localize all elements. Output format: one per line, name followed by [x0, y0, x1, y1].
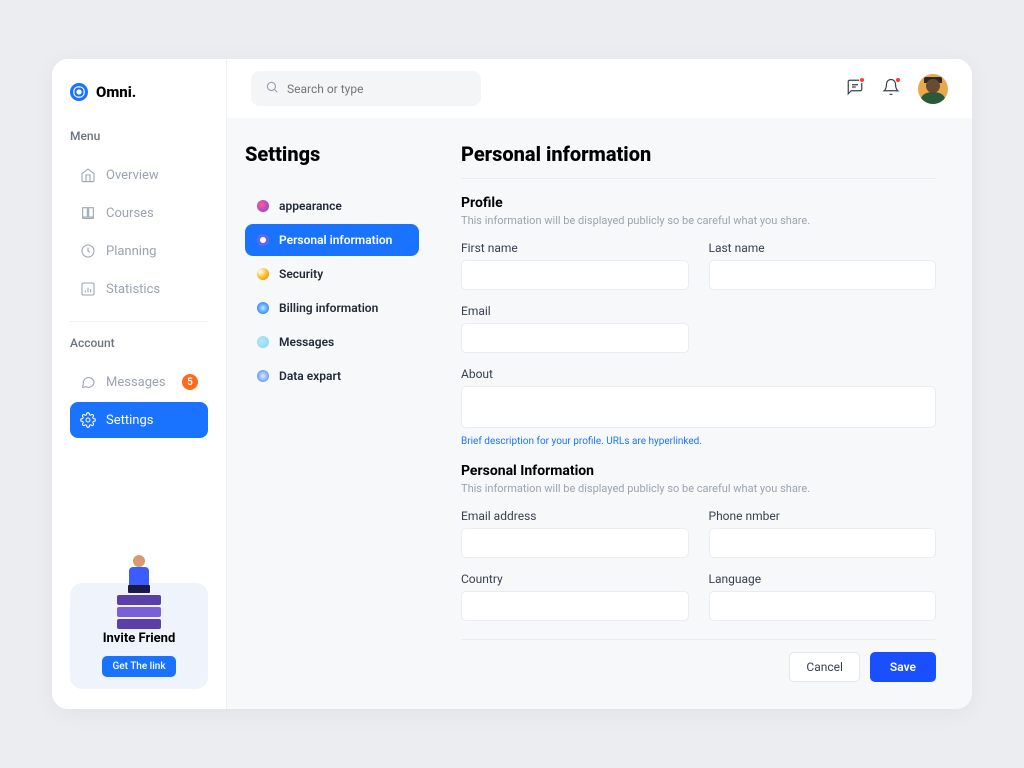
chart-icon	[80, 281, 96, 297]
security-icon	[257, 268, 269, 280]
search-box[interactable]	[251, 71, 481, 106]
email-field[interactable]	[461, 323, 689, 353]
last-name-label: Last name	[709, 241, 937, 255]
language-field[interactable]	[709, 591, 937, 621]
tab-label: appearance	[279, 199, 342, 213]
sidebar-item-settings[interactable]: Settings	[70, 402, 208, 438]
tab-messages[interactable]: Messages	[245, 326, 419, 358]
country-field[interactable]	[461, 591, 689, 621]
sidebar-item-label: Planning	[106, 244, 156, 259]
tab-data-export[interactable]: Data expart	[245, 360, 419, 392]
sidebar-item-label: Settings	[106, 413, 153, 428]
menu-section-label: Menu	[70, 129, 208, 143]
logo-icon	[70, 83, 88, 101]
tab-label: Security	[279, 267, 323, 281]
avatar[interactable]	[918, 74, 948, 104]
phone-field[interactable]	[709, 528, 937, 558]
first-name-label: First name	[461, 241, 689, 255]
home-icon	[80, 167, 96, 183]
appearance-icon	[257, 200, 269, 212]
last-name-field[interactable]	[709, 260, 937, 290]
messages-badge: 5	[182, 374, 198, 390]
account-section-label: Account	[70, 336, 208, 350]
bell-icon[interactable]	[882, 78, 900, 100]
tab-appearance[interactable]: appearance	[245, 190, 419, 222]
language-label: Language	[709, 572, 937, 586]
invite-card: Invite Friend Get The link	[70, 583, 208, 689]
chat-header-icon[interactable]	[846, 78, 864, 100]
form-divider	[461, 639, 936, 640]
invite-title: Invite Friend	[82, 631, 196, 646]
gear-icon	[80, 412, 96, 428]
sidebar: Omni. Menu Overview Courses Planning	[52, 59, 227, 709]
about-hint: Brief description for your profile. URLs…	[461, 436, 936, 447]
email-address-field[interactable]	[461, 528, 689, 558]
message-icon	[80, 374, 96, 390]
tab-label: Personal information	[279, 233, 392, 247]
settings-subnav: Settings appearance Personal information…	[227, 118, 437, 709]
settings-title: Settings	[245, 142, 419, 166]
invite-button[interactable]: Get The link	[102, 656, 175, 677]
personal-desc: This information will be displayed publi…	[461, 482, 936, 495]
about-label: About	[461, 367, 936, 381]
sidebar-item-planning[interactable]: Planning	[70, 233, 208, 269]
messages-icon	[257, 336, 269, 348]
clock-icon	[80, 243, 96, 259]
notification-dot	[859, 77, 865, 83]
first-name-field[interactable]	[461, 260, 689, 290]
content-row: Settings appearance Personal information…	[227, 118, 972, 709]
app-window: Omni. Menu Overview Courses Planning	[52, 59, 972, 709]
sidebar-item-label: Statistics	[106, 282, 160, 297]
about-field[interactable]	[461, 386, 936, 428]
sidebar-divider	[70, 321, 208, 322]
app-name: Omni.	[96, 83, 136, 101]
save-button[interactable]: Save	[870, 652, 936, 682]
form-actions: Cancel Save	[461, 652, 936, 682]
cancel-button[interactable]: Cancel	[789, 652, 860, 682]
main-area: Settings appearance Personal information…	[227, 59, 972, 709]
logo[interactable]: Omni.	[70, 83, 208, 101]
sidebar-item-overview[interactable]: Overview	[70, 157, 208, 193]
tab-billing[interactable]: Billing information	[245, 292, 419, 324]
notification-dot	[895, 77, 901, 83]
country-label: Country	[461, 572, 689, 586]
topbar	[227, 59, 972, 118]
page-title: Personal information	[461, 142, 936, 179]
account-nav: Messages 5 Settings	[70, 364, 208, 438]
profile-heading: Profile	[461, 195, 936, 211]
menu-nav: Overview Courses Planning Statistics	[70, 157, 208, 307]
book-icon	[80, 205, 96, 221]
personal-info-icon	[257, 234, 269, 246]
tab-label: Billing information	[279, 301, 378, 315]
sidebar-item-label: Courses	[106, 206, 154, 221]
billing-icon	[257, 302, 269, 314]
search-input[interactable]	[287, 82, 467, 96]
email-address-label: Email address	[461, 509, 689, 523]
data-export-icon	[257, 370, 269, 382]
tab-label: Data expart	[279, 369, 341, 383]
sidebar-item-messages[interactable]: Messages 5	[70, 364, 208, 400]
sidebar-item-courses[interactable]: Courses	[70, 195, 208, 231]
sidebar-item-label: Overview	[106, 168, 159, 183]
sidebar-item-label: Messages	[106, 375, 166, 390]
tab-security[interactable]: Security	[245, 258, 419, 290]
profile-desc: This information will be displayed publi…	[461, 214, 936, 227]
phone-label: Phone nmber	[709, 509, 937, 523]
personal-heading: Personal Information	[461, 463, 936, 479]
tab-label: Messages	[279, 335, 334, 349]
search-icon	[265, 79, 279, 98]
sidebar-item-statistics[interactable]: Statistics	[70, 271, 208, 307]
settings-panel: Personal information Profile This inform…	[437, 118, 972, 709]
invite-illustration	[104, 555, 174, 625]
tab-personal-information[interactable]: Personal information	[245, 224, 419, 256]
email-label: Email	[461, 304, 689, 318]
